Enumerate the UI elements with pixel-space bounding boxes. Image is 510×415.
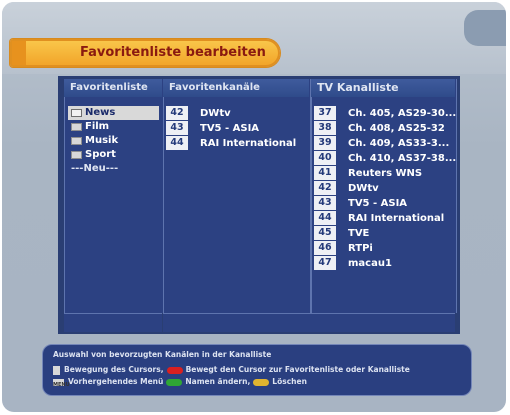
favorite-item-musik[interactable]: Musik [68, 134, 160, 148]
tv-channel-row[interactable]: 42 DWtv [314, 181, 452, 196]
favorite-label: Musik [85, 135, 119, 146]
favorites-list: News Film Musik Sport ---Neu--- [68, 106, 160, 176]
favorite-channel-row[interactable]: 43 TV5 - ASIA [166, 121, 306, 136]
title-bar-accent [12, 41, 26, 65]
favorite-channel-row[interactable]: 42 DWtv [166, 106, 306, 121]
favorite-label: Sport [85, 149, 116, 160]
favorite-item-news[interactable]: News [68, 106, 159, 120]
favorite-item-new[interactable]: ---Neu--- [68, 162, 160, 176]
tv-channel-row[interactable]: 45 TVE [314, 226, 452, 241]
title-bar: Favoritenliste bearbeiten [10, 39, 280, 67]
channel-number: 43 [314, 196, 336, 210]
help-box: Auswahl von bevorzugten Kanälen in der K… [42, 344, 472, 396]
folder-icon [71, 137, 82, 145]
tv-channel-row[interactable]: 47 macau1 [314, 256, 452, 271]
tv-channel-row[interactable]: 41 Reuters WNS [314, 166, 452, 181]
help-line-cursor: Bewegung des Cursors, Bewegt den Cursor z… [53, 364, 410, 376]
favorite-label: Film [85, 121, 110, 132]
tv-channel-row[interactable]: 38 Ch. 408, AS25-32 [314, 121, 452, 136]
channel-number: 37 [314, 106, 336, 120]
favorite-item-sport[interactable]: Sport [68, 148, 160, 162]
channel-name: Ch. 405, AS29-30... [348, 108, 457, 119]
channel-number: 44 [166, 136, 188, 150]
red-button-icon [166, 366, 183, 374]
help-red-text: Bewegt den Cursor zur Favoritenliste ode… [185, 365, 410, 374]
channel-number: 42 [166, 106, 188, 120]
favorite-label: News [85, 107, 116, 118]
favorites-list-header: Favoritenliste [64, 79, 162, 97]
channel-name: Reuters WNS [348, 168, 423, 179]
tv-channel-row[interactable]: 44 RAI International [314, 211, 452, 226]
favorite-channel-row[interactable]: 44 RAI International [166, 136, 306, 151]
channel-number: 43 [166, 121, 188, 135]
channel-name: RTPi [348, 243, 373, 254]
tv-channel-row[interactable]: 46 RTPi [314, 241, 452, 256]
cursor-arrows-icon [53, 365, 60, 375]
help-line-menu: MENUVorhergehendes Menü Namen ändern, Lösc… [53, 376, 307, 388]
favorite-channels-header: Favoritenkanäle [163, 79, 309, 97]
tv-channel-list-header: TV Kanalliste [311, 79, 455, 97]
folder-icon [71, 151, 82, 159]
channel-name: DWtv [200, 108, 231, 119]
channel-number: 41 [314, 166, 336, 180]
channel-name: TV5 - ASIA [200, 123, 260, 134]
folder-icon [71, 123, 82, 131]
tv-channel-list: 37 Ch. 405, AS29-30... 38 Ch. 408, AS25-32… [314, 106, 456, 271]
favorite-channels-list: 42 DWtv 43 TV5 - ASIA 44 RAI Internation… [166, 106, 306, 151]
channel-number: 47 [314, 256, 336, 270]
favorites-footer [64, 313, 162, 332]
help-cursor-text: Bewegung des Cursors, [64, 365, 164, 374]
tv-channel-row[interactable]: 37 Ch. 405, AS29-30... [314, 106, 456, 121]
help-green-text: Namen ändern, [185, 377, 251, 386]
page-title: Favoritenliste bearbeiten [80, 45, 266, 60]
menu-button-icon: MENU [53, 378, 70, 388]
channels-footer [163, 313, 455, 332]
channel-name: Ch. 408, AS25-32 [348, 123, 445, 134]
channel-number: 44 [314, 211, 336, 225]
tv-channel-row[interactable]: 39 Ch. 409, AS33-3... [314, 136, 452, 151]
green-button-icon [166, 378, 183, 386]
folder-icon [71, 109, 82, 117]
channel-number: 42 [314, 181, 336, 195]
channel-number: 46 [314, 241, 336, 255]
channel-number: 40 [314, 151, 336, 165]
channel-number: 39 [314, 136, 336, 150]
channel-name: DWtv [348, 183, 379, 194]
channel-name: TVE [348, 228, 370, 239]
channel-number: 45 [314, 226, 336, 240]
tv-channel-row[interactable]: 40 Ch. 410, AS37-38... [314, 151, 456, 166]
channel-name: TV5 - ASIA [348, 198, 408, 209]
favorite-item-film[interactable]: Film [68, 120, 160, 134]
help-yellow-text: Löschen [272, 377, 307, 386]
help-menu-text: Vorhergehendes Menü [68, 377, 164, 386]
channel-number: 38 [314, 121, 336, 135]
channel-name: Ch. 410, AS37-38... [348, 153, 457, 164]
help-title: Auswahl von bevorzugten Kanälen in der K… [53, 350, 272, 359]
channel-name: RAI International [348, 213, 445, 224]
channel-name: Ch. 409, AS33-3... [348, 138, 450, 149]
channel-name: macau1 [348, 258, 392, 269]
tv-channel-row[interactable]: 43 TV5 - ASIA [314, 196, 452, 211]
top-right-tab [464, 10, 506, 46]
channel-name: RAI International [200, 138, 297, 149]
yellow-button-icon [253, 378, 270, 386]
